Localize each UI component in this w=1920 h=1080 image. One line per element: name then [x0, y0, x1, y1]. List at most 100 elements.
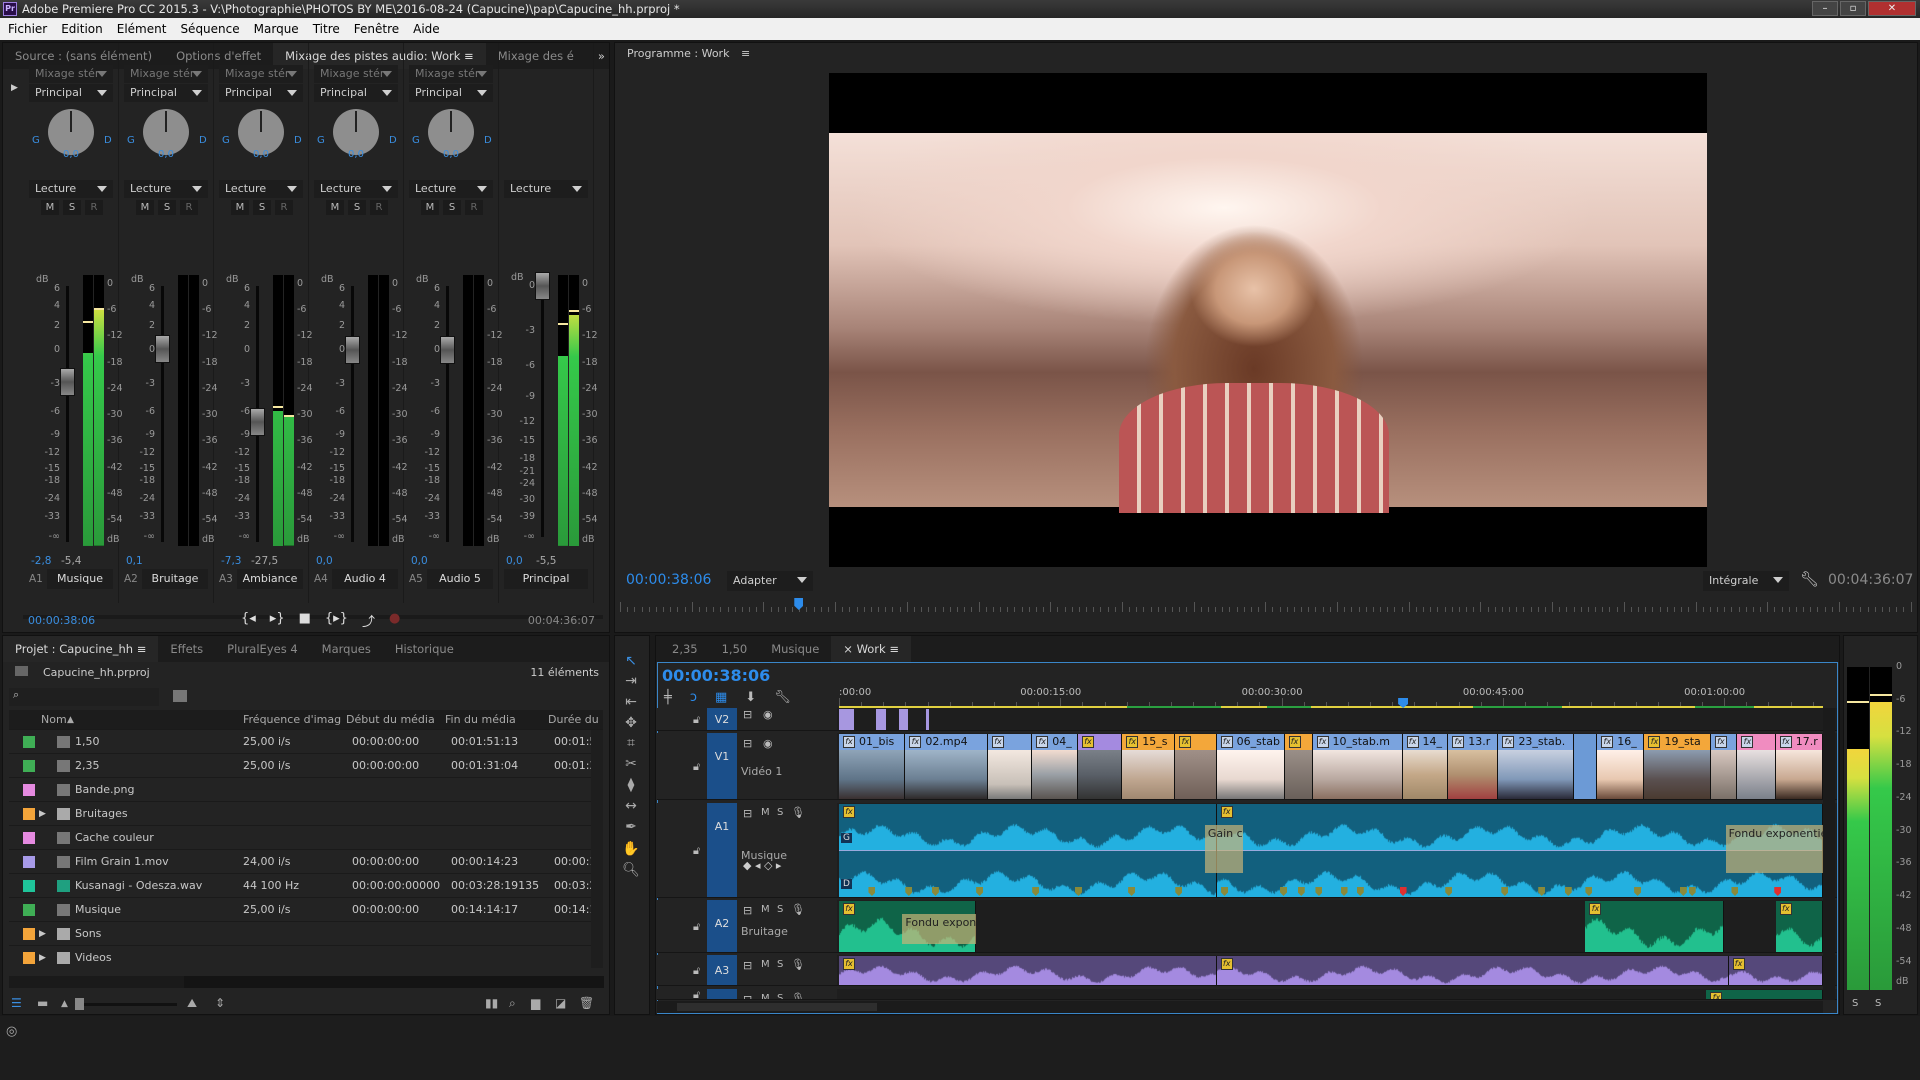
mute-button[interactable]: M [761, 993, 770, 1000]
s-button[interactable]: S [348, 200, 366, 215]
a1-clip[interactable]: fx [839, 804, 1217, 897]
menu-2[interactable]: Elément [117, 22, 167, 36]
lock-icon[interactable]: 🔓︎ [693, 920, 700, 934]
parent-folder-icon[interactable] [15, 666, 28, 676]
rate-stretch-tool-icon[interactable]: ⌗ [621, 734, 641, 752]
record-icon[interactable]: ● [389, 611, 400, 630]
tab-2[interactable]: PluralEyes 4 [215, 636, 310, 662]
column-header-4[interactable]: Durée du mé [548, 710, 603, 730]
panel-menu-icon[interactable]: ≡ [886, 642, 899, 656]
stereo-mode-dropdown[interactable]: Mixage stér [314, 65, 398, 83]
automation-mode-dropdown[interactable]: Lecture [29, 180, 113, 198]
menu-1[interactable]: Edition [61, 22, 103, 36]
transition[interactable]: Fondu expone [902, 914, 976, 944]
mute-button[interactable]: M [761, 904, 770, 915]
table-row[interactable]: Musique 25,00 i/s 00:00:00:00 00:14:14:17 00… [9, 898, 603, 922]
column-header-3[interactable]: Fin du média [445, 710, 516, 730]
a2-clip[interactable]: fx [1585, 901, 1724, 952]
selection-tool-icon[interactable]: ↖ [621, 652, 641, 670]
v2-clip[interactable] [876, 709, 886, 730]
stereo-mode-dropdown[interactable]: Mixage stér [219, 65, 303, 83]
automation-mode-dropdown[interactable]: Lecture [504, 180, 588, 198]
quality-dropdown[interactable]: Intégrale [1703, 571, 1789, 591]
v1-clip[interactable]: fx [1737, 734, 1775, 799]
label-color-chip[interactable] [23, 784, 35, 796]
a3-clip[interactable]: fx [839, 956, 1217, 985]
table-row[interactable]: 1,50 25,00 i/s 00:00:00:00 00:01:51:13 00:01… [9, 730, 603, 754]
tab-3[interactable]: Marques [310, 636, 383, 662]
v1-clip[interactable]: fx 16_ [1597, 734, 1644, 799]
transition[interactable]: Fondu exponentiel [1726, 825, 1823, 873]
automation-mode-dropdown[interactable]: Lecture [124, 180, 208, 198]
solo-button[interactable]: S [777, 807, 783, 818]
timeline-v-scrollbar[interactable] [1823, 708, 1835, 1000]
a3-clip[interactable]: fx [1217, 956, 1729, 985]
expand-folder-icon[interactable]: ▶ [39, 802, 46, 826]
volume-value[interactable]: -7,3 [221, 555, 242, 567]
v2-clip[interactable] [899, 709, 908, 730]
v1-clip[interactable]: fx 02.mp4 [905, 734, 988, 799]
lock-icon[interactable]: 🔓︎ [693, 844, 700, 858]
program-time-ruler[interactable] [620, 598, 1912, 612]
project-v-scrollbar[interactable] [591, 730, 603, 968]
v1-clip[interactable]: fx 15_s [1122, 734, 1175, 799]
s-button[interactable]: S [63, 200, 81, 215]
volume-fader[interactable] [535, 272, 550, 300]
lock-icon[interactable]: 🔓︎ [693, 989, 700, 1000]
stereo-mode-dropdown[interactable]: Mixage stér [29, 65, 113, 83]
table-row[interactable]: ▶ Bruitages [9, 802, 603, 826]
menu-3[interactable]: Séquence [180, 22, 239, 36]
m-button[interactable]: M [41, 200, 59, 215]
r-button[interactable]: R [85, 200, 103, 215]
solo-button[interactable]: S [777, 959, 783, 970]
automation-mode-dropdown[interactable]: Lecture [409, 180, 493, 198]
v1-clip[interactable]: fx 01_bis [839, 734, 905, 799]
automation-mode-dropdown[interactable]: Lecture [219, 180, 303, 198]
v2-clip[interactable] [839, 709, 854, 730]
find-bin-icon[interactable] [173, 690, 187, 702]
zoom-in-icon[interactable]: ⛰︎ [187, 996, 197, 1011]
label-color-chip[interactable] [23, 880, 35, 892]
volume-fader[interactable] [155, 335, 170, 363]
tab-1[interactable]: 1,50 [710, 636, 760, 662]
program-video-frame[interactable] [829, 73, 1707, 567]
track-target-A1[interactable]: A1 [707, 803, 737, 898]
table-row[interactable]: Film Grain 1.mov 24,00 i/s 00:00:00:00 00:0… [9, 850, 603, 874]
slide-tool-icon[interactable]: ↔ [621, 797, 641, 815]
a3-clip[interactable]: fx [1729, 956, 1823, 985]
lock-icon[interactable]: 🔓︎ [693, 760, 700, 774]
s-button[interactable]: S [158, 200, 176, 215]
volume-fader[interactable] [250, 408, 265, 436]
column-header-2[interactable]: Début du média [346, 710, 435, 730]
toggle-sync-lock-icon[interactable]: ⊟ [743, 807, 752, 820]
v1-clip[interactable]: fx 06_stab [1217, 734, 1285, 799]
tab-3[interactable]: × Work ≡ [831, 636, 911, 662]
table-row[interactable]: Kusanagi - Odesza.wav 44 100 Hz 00:00:00:0… [9, 874, 603, 898]
program-monitor-title[interactable]: Programme : Work ≡ [627, 47, 750, 60]
volume-fader[interactable] [440, 336, 455, 364]
m-button[interactable]: M [136, 200, 154, 215]
project-search-input[interactable]: ⌕ [9, 688, 159, 706]
v1-clip[interactable]: fx 14_ [1403, 734, 1449, 799]
voice-over-record-icon[interactable]: 🎙︎ [791, 958, 805, 971]
hand-tool-icon[interactable]: ✋ [621, 840, 641, 858]
zoom-dropdown[interactable]: Adapter [727, 571, 813, 591]
column-header-1[interactable]: Fréquence d'imag [243, 710, 341, 730]
play-in-to-out-icon[interactable]: {▸} [325, 611, 348, 630]
label-color-chip[interactable] [23, 856, 35, 868]
output-dropdown[interactable]: Principal [29, 84, 113, 102]
go-to-in-icon[interactable]: {◂ [241, 611, 256, 630]
output-dropdown[interactable]: Principal [314, 84, 398, 102]
find-icon[interactable]: ⌕ [509, 996, 516, 1011]
v2-clip[interactable] [926, 709, 929, 730]
pen-tool-icon[interactable]: ✒ [621, 818, 641, 836]
v1-clip[interactable]: fx 10_stab.m [1313, 734, 1403, 799]
r-button[interactable]: R [370, 200, 388, 215]
m-button[interactable]: M [326, 200, 344, 215]
tab-4[interactable]: Historique [383, 636, 466, 662]
loop-icon[interactable]: ⤴ [362, 611, 375, 630]
eye-icon[interactable]: ◉ [763, 737, 773, 750]
toggle-sync-lock-icon[interactable]: ⊟ [743, 737, 752, 750]
menu-7[interactable]: Aide [413, 22, 440, 36]
zoom-tool-icon[interactable]: 🔍︎ [621, 861, 641, 879]
